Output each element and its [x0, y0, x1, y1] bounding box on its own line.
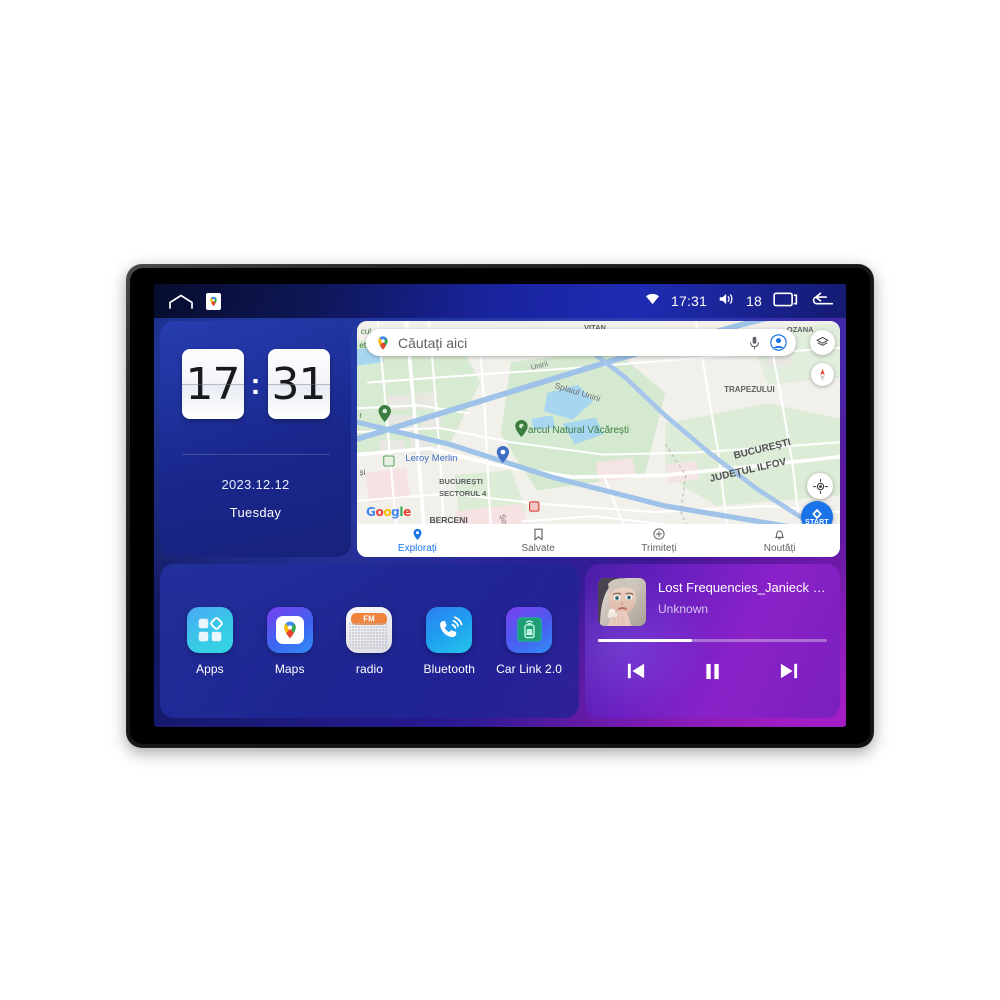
app-car-link-2-0[interactable]: Car Link 2.0: [496, 606, 563, 676]
music-player-widget[interactable]: Lost Frequencies_Janieck Devy-... Unknow…: [585, 564, 840, 718]
fm-radio-icon: FM: [346, 606, 393, 653]
status-bar: 17:31 18: [154, 284, 846, 318]
google-maps-icon: [266, 606, 313, 653]
wifi-icon: [645, 292, 660, 310]
contribute-plus-icon: [653, 528, 665, 541]
map-compass-button[interactable]: [811, 363, 834, 386]
map-layers-button[interactable]: [810, 330, 835, 355]
google-maps-widget[interactable]: OZANA VITAN cul et Unirii Splaiul Unirii TRAPE…: [357, 321, 840, 557]
map-search-placeholder[interactable]: Căutați aici: [398, 335, 739, 351]
map-nav-explorați[interactable]: Explorați: [357, 528, 478, 554]
app-label: Apps: [196, 661, 224, 676]
clock-separator: :: [250, 367, 261, 401]
album-art: [598, 578, 646, 626]
next-track-button[interactable]: [772, 658, 806, 684]
app-label: Car Link 2.0: [496, 661, 563, 676]
volume-icon[interactable]: [718, 292, 735, 311]
my-location-button[interactable]: [807, 473, 833, 499]
bluetooth-phone-icon: [426, 606, 473, 653]
clock-widget[interactable]: 17 : 31 2023.12.12 Tuesday: [160, 321, 351, 557]
clock-hours: 17: [181, 349, 244, 419]
app-label: radio: [355, 661, 384, 676]
map-nav-trimiteți[interactable]: Trimiteți: [599, 528, 720, 554]
google-attribution: Google: [366, 505, 411, 519]
bookmark-icon: [533, 528, 544, 541]
microphone-icon[interactable]: [746, 334, 763, 351]
map-nav-label: Explorați: [397, 542, 437, 554]
apps-grid-icon: [186, 606, 233, 653]
account-avatar-icon[interactable]: [770, 334, 787, 351]
map-nav-label: Trimiteți: [641, 542, 677, 554]
app-bluetooth[interactable]: Bluetooth: [417, 606, 481, 676]
recents-icon[interactable]: [773, 290, 798, 312]
map-nav-salvate[interactable]: Salvate: [478, 528, 599, 554]
svg-text:FM: FM: [364, 614, 376, 623]
android-screen: 17:31 18 17: 31 2023.12.12 Tuesday OZAN…: [154, 284, 846, 727]
clock-divider: [181, 454, 330, 455]
map-search-bar[interactable]: Căutați aici: [366, 329, 796, 356]
google-maps-pin-icon: [374, 334, 391, 351]
app-apps[interactable]: Apps: [178, 606, 242, 676]
map-nav-noutăți[interactable]: Noutăți: [719, 528, 840, 554]
explore-pin-icon: [412, 528, 423, 541]
map-canvas: [357, 321, 840, 557]
apps-dock: Apps Maps FM radio Bluetooth Car Link 2.0: [160, 564, 579, 718]
app-label: Maps: [274, 661, 305, 676]
clock-minutes: 31: [267, 349, 330, 419]
track-title: Lost Frequencies_Janieck Devy-...: [658, 580, 827, 595]
app-maps[interactable]: Maps: [258, 606, 322, 676]
home-outline-icon[interactable]: [168, 294, 193, 309]
head-unit-device: 17:31 18 17: 31 2023.12.12 Tuesday OZAN…: [126, 264, 874, 748]
back-arrow-icon[interactable]: [809, 290, 834, 312]
bell-updates-icon: [774, 528, 785, 541]
app-label: Bluetooth: [423, 661, 476, 676]
clock-weekday: Tuesday: [229, 505, 282, 520]
map-bottom-nav: Explorați Salvate Trimiteți Noutăți: [357, 524, 840, 557]
bottom-row: Apps Maps FM radio Bluetooth Car Link 2.0: [160, 564, 840, 718]
app-radio[interactable]: FM radio: [337, 606, 401, 676]
track-artist: Unknown: [658, 602, 709, 616]
clock-date: 2023.12.12: [221, 477, 290, 492]
playback-progress-bar[interactable]: [598, 639, 827, 642]
top-row: 17 : 31 2023.12.12 Tuesday OZANA VITAN c…: [160, 321, 840, 557]
status-time: 17:31: [670, 293, 708, 309]
volume-level: 18: [746, 293, 762, 309]
home-panels: 17 : 31 2023.12.12 Tuesday OZANA VITAN c…: [154, 318, 846, 727]
map-nav-label: Noutăți: [763, 542, 796, 554]
previous-track-button[interactable]: [619, 658, 653, 684]
flip-clock: 17 : 31: [181, 349, 330, 419]
play-pause-button[interactable]: [695, 658, 729, 684]
car-link-icon: [506, 606, 553, 653]
map-nav-label: Salvate: [521, 542, 555, 554]
google-maps-icon[interactable]: [206, 292, 221, 310]
